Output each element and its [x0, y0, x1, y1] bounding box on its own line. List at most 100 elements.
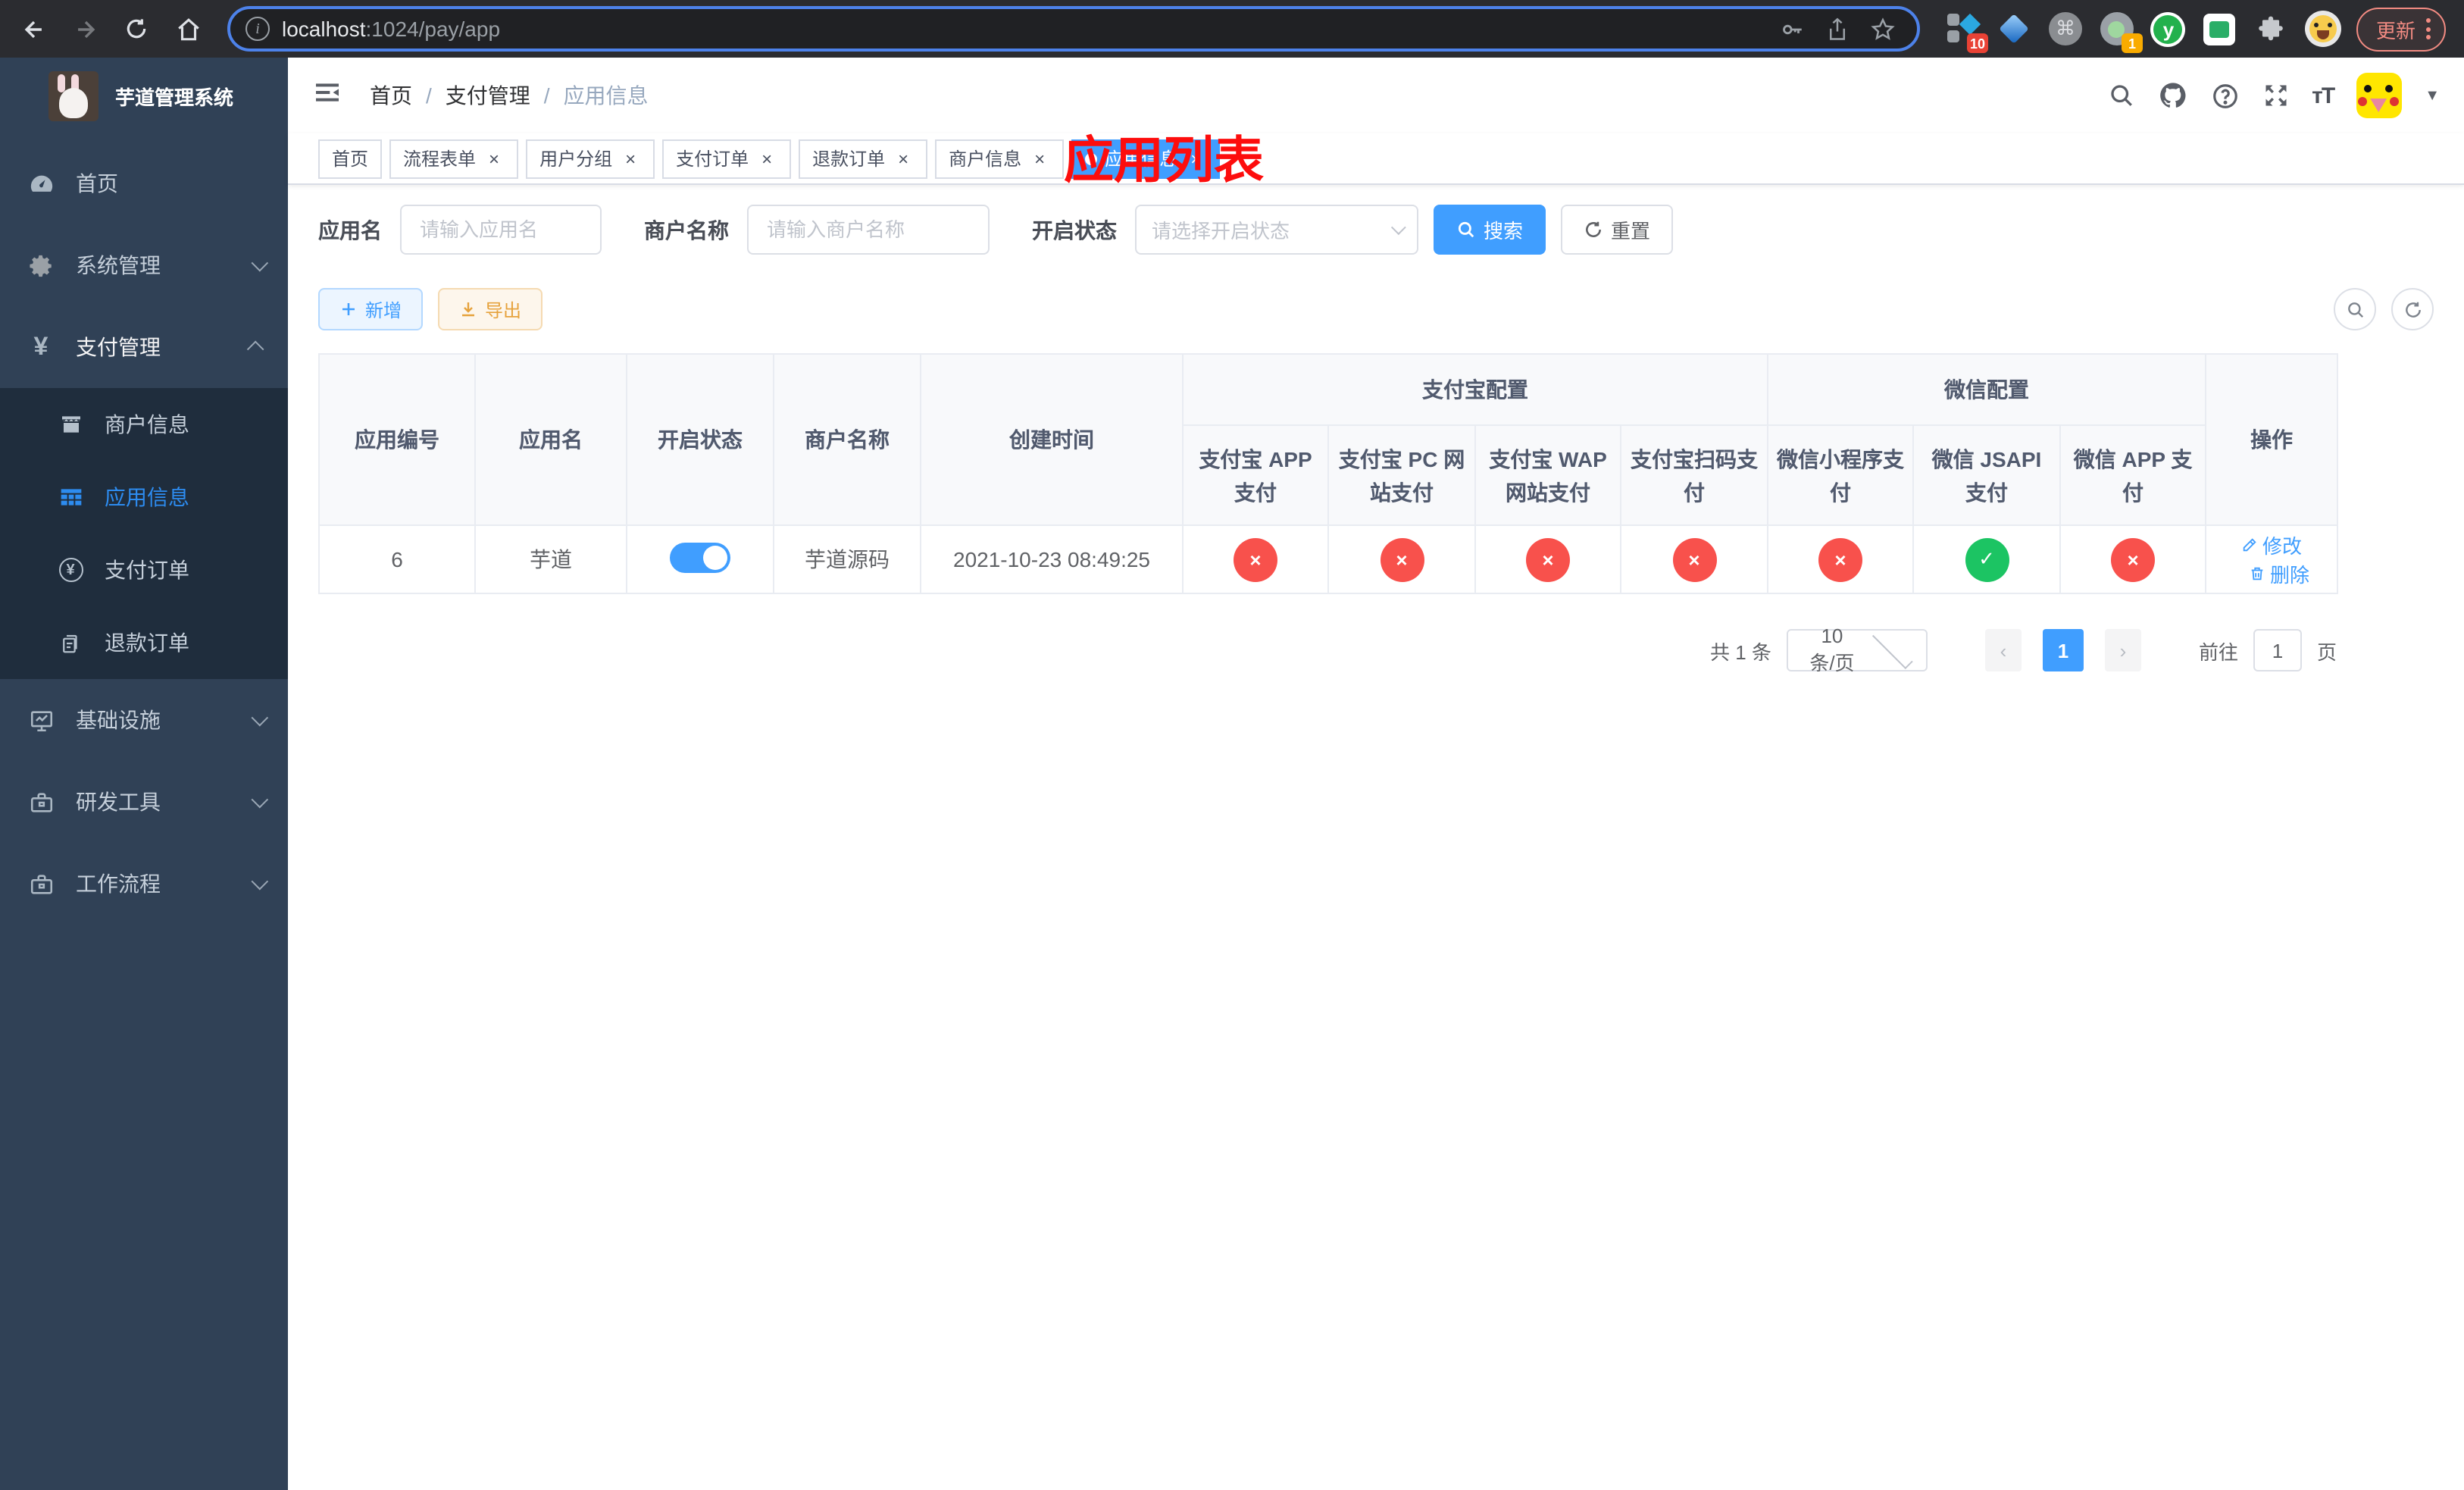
bookmark-star-icon[interactable]: [1870, 16, 1896, 42]
tab-user-group[interactable]: 用户分组: [526, 139, 655, 178]
url-text[interactable]: localhost:1024/pay/app: [282, 17, 1767, 41]
url-bar[interactable]: i localhost:1024/pay/app: [227, 6, 1920, 52]
cell-app-name: 芋道: [474, 524, 627, 594]
back-icon[interactable]: [12, 8, 55, 50]
user-avatar[interactable]: [2356, 73, 2403, 118]
tab-pay-orders[interactable]: 支付订单: [662, 139, 792, 178]
share-icon[interactable]: [1826, 16, 1849, 42]
sidebar-item-system[interactable]: 系统管理: [0, 224, 288, 306]
sidebar-item-pay-orders[interactable]: ¥ 支付订单: [0, 534, 288, 606]
forward-icon[interactable]: [64, 8, 106, 50]
sidebar-item-infrastructure[interactable]: 基础设施: [0, 679, 288, 761]
status-select[interactable]: 请选择开启状态: [1135, 205, 1418, 255]
refresh-table-button[interactable]: [2391, 288, 2434, 330]
grid-table-icon: [58, 485, 83, 509]
sidebar-item-dev-tools[interactable]: 研发工具: [0, 761, 288, 843]
col-status: 开启状态: [626, 353, 774, 526]
github-icon[interactable]: [2157, 80, 2187, 111]
cell-app-id: 6: [318, 524, 476, 594]
page-1-button[interactable]: 1: [2042, 629, 2084, 671]
next-page-button[interactable]: ›: [2104, 629, 2141, 671]
sidebar-item-home[interactable]: 首页: [0, 142, 288, 224]
col-alipay-pc: 支付宝 PC 网站支付: [1327, 424, 1476, 526]
extensions-puzzle-icon[interactable]: [2253, 11, 2290, 47]
tab-merchant-info[interactable]: 商户信息: [935, 139, 1065, 178]
edit-link[interactable]: 修改: [2241, 531, 2302, 559]
sidebar-item-refund-orders[interactable]: 退款订单: [0, 606, 288, 679]
reload-icon[interactable]: [115, 8, 158, 50]
breadcrumb-home[interactable]: 首页: [370, 80, 412, 111]
extension-chat-icon[interactable]: [2202, 11, 2238, 47]
add-button[interactable]: 新增: [318, 288, 424, 330]
goto-page-input[interactable]: [2253, 629, 2302, 671]
apps-table: 应用编号 应用名 开启状态 商户名称 创建时间 支付宝配置 微信配置 操作 支付…: [318, 353, 2339, 594]
close-icon[interactable]: [620, 148, 641, 169]
tab-app-info[interactable]: 应用信息: [1071, 139, 1221, 178]
prev-page-button[interactable]: ‹: [1984, 629, 2022, 671]
extension-y-icon[interactable]: y: [2150, 11, 2187, 47]
close-icon[interactable]: [1185, 148, 1206, 169]
dashboard-icon: [27, 171, 55, 196]
close-icon[interactable]: [1029, 148, 1050, 169]
tab-refund-orders[interactable]: 退款订单: [799, 139, 928, 178]
sidebar-logo[interactable]: 芋道管理系统: [0, 58, 288, 133]
alipay-qr-status-icon: ×: [1672, 537, 1716, 581]
delete-link[interactable]: 删除: [2249, 559, 2309, 588]
gear-icon: [27, 252, 55, 278]
sidebar-item-payment[interactable]: ¥ 支付管理: [0, 306, 288, 388]
extension-camera-icon[interactable]: 1: [2099, 11, 2143, 53]
font-size-icon[interactable]: тT: [2312, 83, 2335, 108]
chevron-down-icon: [1390, 220, 1406, 236]
extension-gem-icon[interactable]: [1996, 11, 2032, 47]
merchant-name-input[interactable]: [747, 205, 990, 255]
profile-avatar-icon[interactable]: [2304, 11, 2341, 47]
total-count: 共 1 条: [1710, 640, 1771, 663]
sidebar-fold-icon[interactable]: [312, 77, 346, 114]
active-dot: [1085, 152, 1098, 164]
update-button[interactable]: 更新: [2356, 7, 2446, 51]
close-icon[interactable]: [483, 148, 505, 169]
export-button[interactable]: 导出: [438, 288, 543, 330]
site-info-icon[interactable]: i: [245, 17, 270, 41]
status-toggle[interactable]: [670, 542, 730, 572]
reset-button[interactable]: 重置: [1561, 205, 1674, 255]
wx-app-status-icon: ×: [2111, 537, 2156, 581]
breadcrumb-section[interactable]: 支付管理: [446, 80, 530, 111]
app-name-input[interactable]: [400, 205, 602, 255]
extension-blocks-icon[interactable]: 10: [1944, 11, 1988, 53]
col-create-time: 创建时间: [920, 353, 1184, 526]
help-icon[interactable]: [2210, 81, 2239, 110]
close-icon[interactable]: [756, 148, 777, 169]
app-title: 芋道管理系统: [115, 86, 234, 108]
home-icon[interactable]: [167, 8, 209, 50]
page-size-select[interactable]: 10条/页: [1786, 624, 1928, 675]
logo-rabbit-image: [48, 70, 98, 121]
caret-down-icon[interactable]: ▼: [2425, 87, 2440, 104]
search-icon[interactable]: [2107, 82, 2134, 109]
browser-menu-icon[interactable]: [2426, 18, 2431, 39]
document-icon: [58, 631, 83, 654]
fullscreen-icon[interactable]: [2262, 82, 2289, 109]
table-toolbar: 新增 导出: [318, 288, 2434, 330]
col-alipay-app: 支付宝 APP 支付: [1182, 424, 1329, 526]
sidebar-item-app-info[interactable]: 应用信息: [0, 461, 288, 534]
close-icon[interactable]: [893, 148, 914, 169]
merchant-name-label: 商户名称: [644, 218, 729, 242]
extension-command-icon[interactable]: ⌘: [2047, 11, 2084, 47]
search-button[interactable]: 搜索: [1434, 205, 1546, 255]
search-form: 应用名 商户名称 开启状态 请选择开启状态 搜索 重置: [318, 205, 2434, 255]
chevron-down-icon: [251, 709, 269, 727]
col-wx-lite: 微信小程序支付: [1767, 424, 1914, 526]
tags-view-bar: 首页 流程表单 用户分组 支付订单 退款订单 商户信息 应用信息: [288, 133, 2464, 185]
alipay-pc-status-icon: ×: [1380, 537, 1424, 581]
sidebar-item-merchant-info[interactable]: 商户信息: [0, 388, 288, 461]
pagination: 共 1 条 10条/页 ‹ 1 › 前往 页: [318, 624, 2337, 675]
tab-process-form[interactable]: 流程表单: [389, 139, 519, 178]
tab-home[interactable]: 首页: [318, 139, 383, 178]
browser-window: i localhost:1024/pay/app 10 ⌘ 1 y 更新 芋道管…: [0, 0, 2464, 1490]
alipay-app-status-icon: ×: [1234, 537, 1277, 581]
show-search-button[interactable]: [2334, 288, 2376, 330]
password-key-icon[interactable]: [1779, 16, 1805, 42]
top-navbar: 首页 / 支付管理 / 应用信息 тT ▼: [288, 58, 2464, 133]
sidebar-item-workflow[interactable]: 工作流程: [0, 843, 288, 925]
